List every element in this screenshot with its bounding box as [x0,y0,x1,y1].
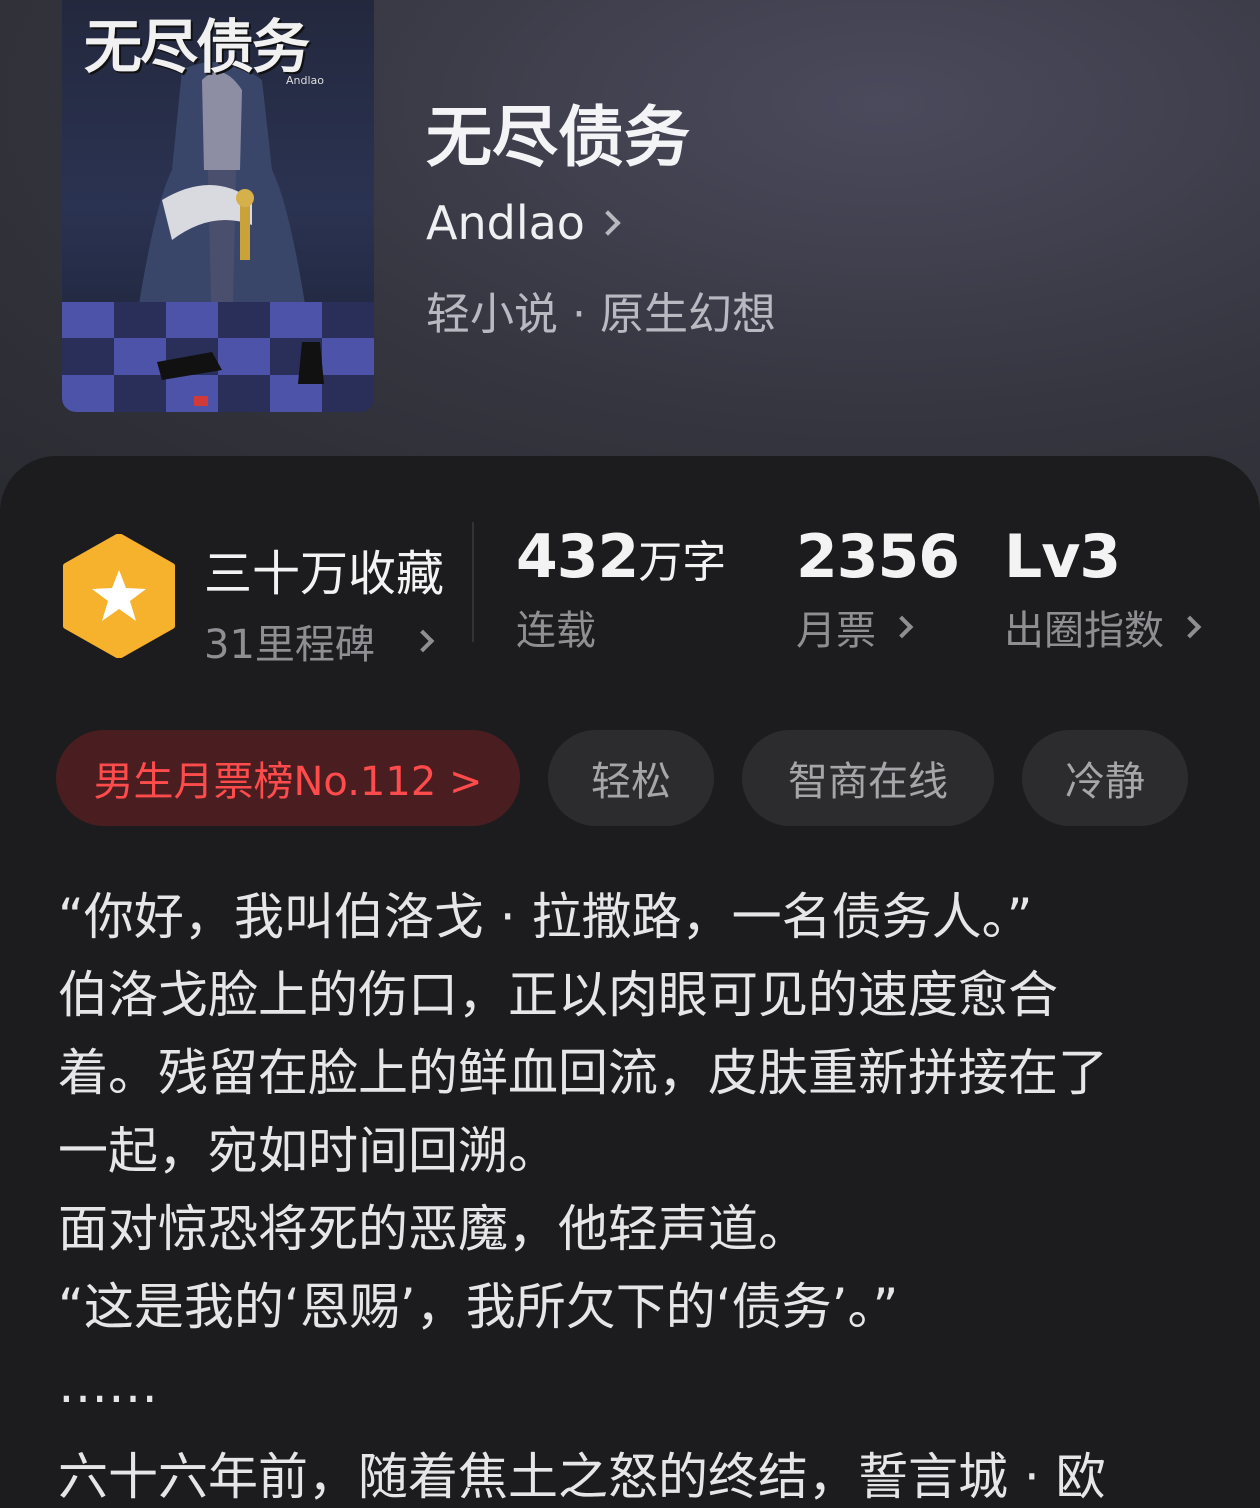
collect-count: 三十万收藏 [204,546,445,602]
words-stat: 432万字 连载 [516,522,726,656]
tag-chip[interactable]: 冷静 [1022,730,1188,826]
book-title: 无尽债务 [426,98,690,176]
chevron-right-icon [411,629,435,653]
milestone-label: 31里程碑 [204,622,375,668]
tag-chip[interactable]: 轻松 [548,730,714,826]
rank-tag[interactable]: 男生月票榜No.112 > [56,730,520,826]
monthly-ticket-label: 月票 [796,608,876,654]
chevron-right-icon [595,210,621,236]
tag-chip[interactable]: 智商在线 [742,730,994,826]
chevron-right-icon [890,615,914,639]
tag-row: 男生月票榜No.112 > 轻松 智商在线 冷静 [56,730,1188,826]
description-line: 一起，宛如时间回溯。 [58,1122,558,1180]
description-line: 面对惊恐将死的恶魔，他轻声道。 [58,1200,808,1258]
collect-stat[interactable]: 三十万收藏 31里程碑 [204,534,444,670]
star-badge-icon [63,534,175,658]
description-line: 六十六年前，随着焦土之怒的终结，誓言城 · 欧 [58,1448,1106,1506]
stat-divider [472,522,474,642]
description-line: 着。残留在脸上的鲜血回流，皮肤重新拼接在了 [58,1044,1108,1102]
description-line: “这是我的‘恩赐’，我所欠下的‘债务’。” [58,1278,899,1336]
popularity-label: 出圈指数 [1004,608,1164,654]
popularity-stat[interactable]: Lv3 出圈指数 [1004,522,1202,656]
author-link[interactable]: Andlao [426,196,621,250]
chessboard-illustration [62,302,374,412]
serial-status: 连载 [516,608,596,654]
word-count: 432 [516,522,639,592]
monthly-ticket-count: 2356 [796,522,960,592]
author-name: Andlao [426,196,585,250]
chevron-right-icon [1178,615,1202,639]
description-line: …… [58,1356,158,1414]
cover-author: Andlao [286,74,325,87]
cover-title: 无尽债务 [84,13,310,81]
book-cover[interactable]: 无尽债务 Andlao [62,0,374,412]
genre-label: 轻小说 · 原生幻想 [426,289,776,340]
popularity-level: Lv3 [1004,522,1121,592]
description-line: 伯洛戈脸上的伤口，正以肉眼可见的速度愈合 [58,966,1058,1024]
word-unit: 万字 [638,537,727,588]
book-description[interactable]: “你好，我叫伯洛戈 · 拉撒路，一名债务人。” 伯洛戈脸上的伤口，正以肉眼可见的… [58,878,1208,1508]
description-line: “你好，我叫伯洛戈 · 拉撒路，一名债务人。” [58,888,1033,946]
monthly-ticket-stat[interactable]: 2356 月票 [796,522,960,656]
